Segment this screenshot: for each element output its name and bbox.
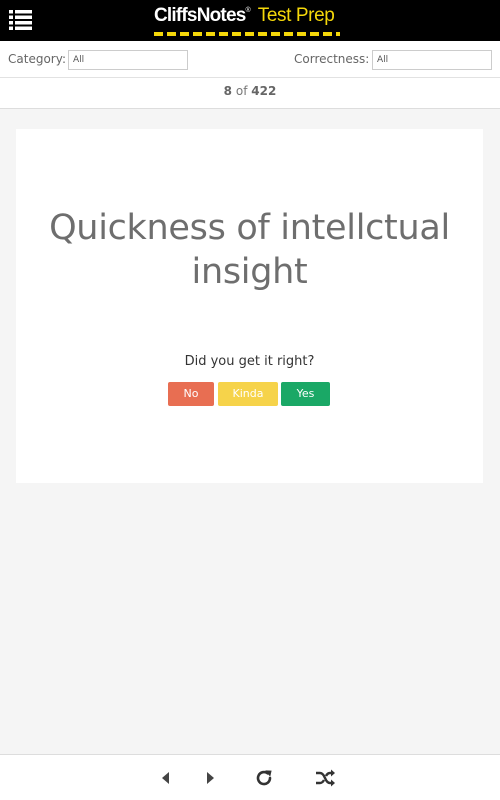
- category-select[interactable]: All: [68, 50, 188, 70]
- yes-button[interactable]: Yes: [281, 382, 330, 406]
- shuffle-button[interactable]: [314, 767, 336, 789]
- flashcard[interactable]: Quickness of intellctual insight Did you…: [16, 129, 483, 483]
- flashcard-term: Quickness of intellctual insight: [49, 208, 450, 292]
- card-counter: 8 of 422: [0, 78, 500, 109]
- brand-caution-stripe: [154, 32, 340, 36]
- brand-subtitle: Test Prep: [257, 5, 335, 26]
- category-select-value: All: [73, 55, 85, 65]
- kinda-button[interactable]: Kinda: [218, 382, 278, 406]
- brand-logo: CliffsNotes® Test Prep: [154, 5, 340, 37]
- shuffle-icon: [316, 769, 335, 787]
- app-header: CliffsNotes® Test Prep: [0, 0, 500, 41]
- restart-button[interactable]: [253, 767, 275, 789]
- brand-name: CliffsNotes: [154, 5, 246, 26]
- previous-card-button[interactable]: [155, 767, 177, 789]
- list-menu-icon: [9, 10, 32, 30]
- counter-separator: of: [235, 84, 248, 98]
- self-assessment-prompt: Did you get it right?: [184, 354, 315, 369]
- correctness-select-value: All: [377, 55, 389, 65]
- current-card-number: 8: [223, 84, 233, 98]
- menu-button[interactable]: [9, 10, 32, 30]
- caret-right-icon: [207, 772, 214, 784]
- no-button[interactable]: No: [168, 382, 214, 406]
- bottom-toolbar: [0, 754, 500, 800]
- category-label: Category:: [8, 52, 66, 66]
- filter-bar: Category: All Correctness: All: [0, 41, 500, 78]
- next-card-button[interactable]: [199, 767, 221, 789]
- total-card-count: 422: [251, 84, 277, 98]
- correctness-select[interactable]: All: [372, 50, 492, 70]
- caret-left-icon: [162, 772, 169, 784]
- correctness-label: Correctness:: [294, 52, 370, 66]
- refresh-icon: [256, 770, 272, 786]
- brand-registered-mark: ®: [245, 7, 251, 14]
